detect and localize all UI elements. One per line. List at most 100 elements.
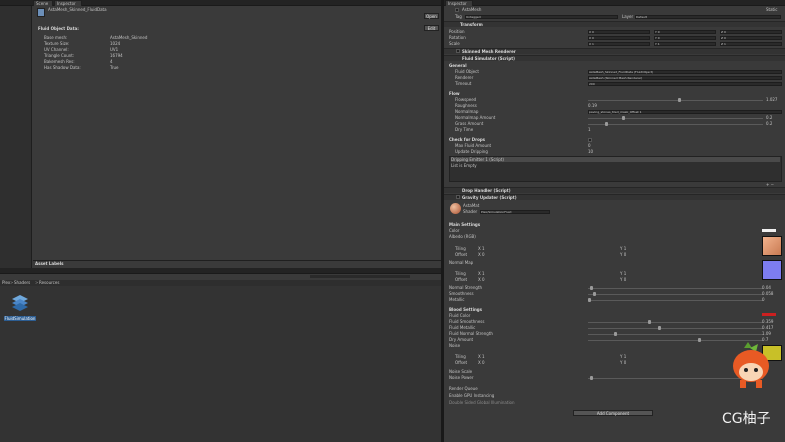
position-z[interactable]: Z 0	[720, 30, 782, 34]
transform-header[interactable]	[444, 21, 785, 27]
metallic-knob[interactable]	[588, 298, 591, 302]
albedo-tiling-x[interactable]: X 1	[478, 246, 485, 251]
position-y[interactable]: Y 0	[654, 30, 716, 34]
grass-amount-value[interactable]: 0.2	[766, 121, 772, 126]
open-button[interactable]: Open	[424, 13, 439, 19]
static-label[interactable]: Static	[766, 7, 777, 12]
smoothness-value[interactable]: 0.058	[762, 291, 773, 296]
general-title: General	[449, 63, 467, 68]
flowspeed-value[interactable]: 1.027	[766, 97, 777, 102]
normalmap-amount-knob[interactable]	[622, 116, 625, 120]
albedo-tiling-label: Tiling	[455, 246, 466, 251]
smoothness-knob[interactable]	[593, 292, 596, 296]
tab-inspector-left[interactable]: Inspector	[54, 0, 82, 6]
fluid-smoothness-slider[interactable]	[588, 322, 763, 323]
albedo-offset-x[interactable]: X 0	[478, 252, 485, 257]
smr-checkbox[interactable]	[456, 49, 460, 53]
normalmap-label: Normalmap	[455, 109, 479, 114]
gravity-checkbox[interactable]	[456, 195, 460, 199]
update-dripping-value[interactable]: 10	[588, 149, 593, 154]
noise-tiling-y[interactable]: Y 1	[620, 354, 626, 359]
rotation-y[interactable]: Y 0	[654, 36, 716, 40]
fluid-normal-strength-knob[interactable]	[614, 332, 617, 336]
noise-tiling-x[interactable]: X 1	[478, 354, 485, 359]
scale-y[interactable]: Y 1	[654, 42, 716, 46]
normal-offset-x[interactable]: X 0	[478, 277, 485, 282]
normal-tiling-x[interactable]: X 1	[478, 271, 485, 276]
normal-tiling-y[interactable]: Y 1	[620, 271, 626, 276]
breadcrumb-1[interactable]: Shaders	[14, 280, 30, 285]
shader-dropdown[interactable]: Plex/SimulationFluid	[480, 210, 550, 214]
dry-amount-label: Dry Amount	[449, 337, 474, 342]
fluid-metallic-slider[interactable]	[588, 328, 763, 329]
dry-time-value[interactable]: 1	[588, 127, 591, 132]
zoom-slider[interactable]	[310, 275, 410, 278]
tag-dropdown[interactable]: Untagged	[465, 15, 618, 19]
fluid-smoothness-value[interactable]: 0.359	[762, 319, 773, 324]
flowspeed-slider[interactable]	[588, 100, 763, 101]
metallic-value[interactable]: 0	[762, 297, 765, 302]
grass-amount-knob[interactable]	[605, 122, 608, 126]
gpu-instancing-label: Enable GPU Instancing	[449, 393, 495, 398]
normal-strength-knob[interactable]	[590, 286, 593, 290]
normal-strength-slider[interactable]	[588, 288, 763, 289]
dry-time-label: Dry Time	[455, 127, 474, 132]
color-swatch[interactable]	[762, 229, 776, 232]
normalmap-amount-slider[interactable]	[588, 118, 763, 119]
fluid-metallic-label: Fluid Metallic	[449, 325, 476, 330]
smoothness-slider[interactable]	[588, 294, 763, 295]
noise-offset-y[interactable]: Y 0	[620, 360, 626, 365]
edit-button[interactable]: Edit	[424, 25, 439, 31]
rotation-x[interactable]: X 0	[588, 36, 650, 40]
metallic-slider[interactable]	[588, 300, 763, 301]
fluid-sim-title: Fluid Simulator (Script)	[462, 56, 515, 61]
fluid-metallic-knob[interactable]	[658, 326, 661, 330]
albedo-texture[interactable]	[762, 236, 782, 256]
max-fluid-value[interactable]: 0	[588, 143, 591, 148]
flowspeed-knob[interactable]	[678, 98, 681, 102]
noise-offset-x[interactable]: X 0	[478, 360, 485, 365]
albedo-offset-y[interactable]: Y 0	[620, 252, 626, 257]
panel-splitter[interactable]	[441, 0, 444, 442]
renderer-field[interactable]: AstaMesh (Skinned Mesh Renderer)	[588, 76, 782, 80]
normal-offset-y[interactable]: Y 0	[620, 277, 626, 282]
fluid-normal-strength-value[interactable]: 1.09	[762, 331, 771, 336]
rotation-z[interactable]: Z 0	[720, 36, 782, 40]
fluid-object-field[interactable]: AstaMesh_Skinned_FluidData (FluidObject)	[588, 70, 782, 74]
rotation-label: Rotation	[449, 35, 466, 40]
scale-x[interactable]: X 1	[588, 42, 650, 46]
albedo-tiling-y[interactable]: Y 1	[620, 246, 626, 251]
check-drops-checkbox[interactable]	[588, 138, 592, 142]
fluid-smoothness-knob[interactable]	[648, 320, 651, 324]
active-checkbox[interactable]	[455, 8, 459, 12]
breadcrumb-2[interactable]: Resources	[39, 280, 59, 285]
fd-value-2: UV1	[110, 47, 119, 52]
normalmap-field[interactable]: paving_stones_tiled_mask_Offset 1	[588, 110, 782, 114]
normal-map-texture[interactable]	[762, 260, 782, 280]
dry-amount-slider[interactable]	[588, 340, 763, 341]
dry-amount-knob[interactable]	[698, 338, 701, 342]
scale-z[interactable]: Z 1	[720, 42, 782, 46]
normal-strength-label: Normal Strength	[449, 285, 483, 290]
position-x[interactable]: X 0	[588, 30, 650, 34]
timeout-field[interactable]: 200	[588, 82, 782, 86]
noise-power-knob[interactable]	[590, 376, 593, 380]
roughness-value[interactable]: 0.19	[588, 103, 597, 108]
normalmap-amount-value[interactable]: 0.2	[766, 115, 772, 120]
tab-inspector[interactable]: Inspector	[445, 0, 473, 6]
list-item[interactable]: Dripping Emitter 1 (Script)	[451, 157, 780, 162]
blood-settings-title: Blood Settings	[449, 307, 483, 312]
layer-dropdown[interactable]: Default	[635, 15, 781, 19]
project-item-label[interactable]: FluidSimulation	[4, 316, 36, 321]
max-fluid-label: Max Fluid Amount	[455, 143, 492, 148]
grass-amount-slider[interactable]	[588, 124, 763, 125]
fluid-metallic-value[interactable]: 0.417	[762, 325, 773, 330]
shader-stack-icon[interactable]	[11, 294, 29, 312]
fluid-color-swatch[interactable]	[762, 313, 776, 316]
fd-label-5: Has Shadow Data:	[44, 65, 81, 70]
grass-amount-label: Grass Amount	[455, 121, 484, 126]
tab-scene[interactable]: Scene	[33, 0, 53, 6]
add-component-button[interactable]: Add Component	[573, 410, 653, 416]
normal-strength-value[interactable]: 0.04	[762, 285, 771, 290]
flow-title: Flow	[449, 91, 460, 96]
